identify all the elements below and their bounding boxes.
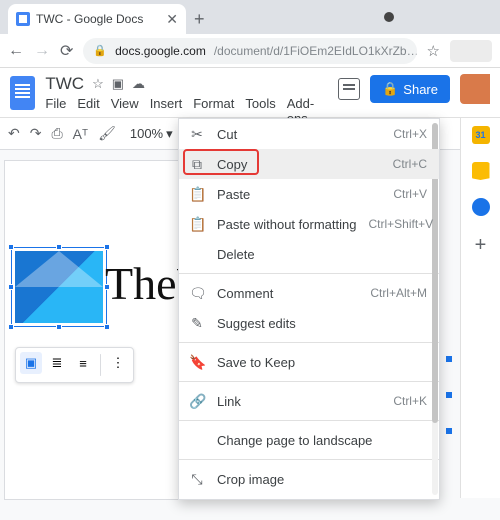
menu-file[interactable]: File bbox=[45, 96, 66, 126]
ctx-label: Paste without formatting bbox=[217, 217, 356, 232]
docs-favicon-icon bbox=[16, 12, 30, 26]
lock-icon: 🔒 bbox=[382, 81, 398, 97]
media-indicator-icon[interactable] bbox=[384, 12, 394, 22]
ctx-link[interactable]: 🔗 Link Ctrl+K bbox=[179, 386, 439, 416]
ctx-save-to-keep[interactable]: 🔖 Save to Keep bbox=[179, 347, 439, 377]
ctx-icon: ⧉ bbox=[189, 156, 205, 173]
tasks-addon-icon[interactable] bbox=[472, 198, 490, 216]
selection-handles[interactable] bbox=[11, 247, 107, 327]
ctx-shortcut: Ctrl+Shift+V bbox=[368, 217, 433, 231]
url-path: /document/d/1FiOEm2EIdLO1kXrZb… bbox=[214, 44, 417, 58]
ctx-shortcut: Ctrl+V bbox=[393, 187, 427, 201]
ctx-crop-image[interactable]: ⤡ Crop image bbox=[179, 464, 439, 494]
account-avatar[interactable] bbox=[460, 74, 490, 104]
ctx-label: Save to Keep bbox=[217, 355, 427, 370]
docs-header: TWC ☆ ▣ ☁ File Edit View Insert Format T… bbox=[0, 68, 500, 118]
reload-button[interactable]: ⟳ bbox=[60, 41, 73, 61]
ctx-label: Comment bbox=[217, 286, 358, 301]
browser-tab[interactable]: TWC - Google Docs ✕ bbox=[8, 4, 186, 34]
paint-format-button[interactable]: 🖌 bbox=[98, 125, 116, 142]
ctx-cut[interactable]: ✂ Cut Ctrl+X bbox=[179, 119, 439, 149]
url-host: docs.google.com bbox=[115, 44, 206, 58]
ctx-label: Copy bbox=[217, 157, 381, 172]
spellcheck-button[interactable]: Aᵀ bbox=[73, 126, 88, 142]
zoom-value: 100% bbox=[130, 126, 163, 141]
ctx-paste[interactable]: 📋 Paste Ctrl+V bbox=[179, 179, 439, 209]
ctx-label: Change page to landscape bbox=[217, 433, 427, 448]
ctx-shortcut: Ctrl+Alt+M bbox=[370, 286, 427, 300]
keep-addon-icon[interactable] bbox=[472, 162, 490, 180]
side-panel: + bbox=[460, 118, 500, 498]
docs-logo-icon[interactable] bbox=[10, 76, 35, 110]
separator bbox=[179, 420, 439, 421]
ctx-suggest-edits[interactable]: ✎ Suggest edits bbox=[179, 308, 439, 338]
ctx-shortcut: Ctrl+K bbox=[393, 394, 427, 408]
separator bbox=[100, 354, 101, 376]
menu-view[interactable]: View bbox=[111, 96, 139, 126]
more-options-button[interactable]: ⋮ bbox=[107, 352, 129, 374]
lock-icon: 🔒 bbox=[93, 44, 107, 57]
tab-title: TWC - Google Docs bbox=[36, 12, 143, 26]
ctx-label: Delete bbox=[217, 247, 427, 262]
ctx-icon: 📋 bbox=[189, 186, 205, 203]
image-layout-toolbar: ▣ ≣ ≡ ⋮ bbox=[15, 347, 134, 383]
context-menu: ✂ Cut Ctrl+X ⧉ Copy Ctrl+C 📋 Paste Ctrl+V 📋 Paste … bbox=[178, 118, 440, 500]
ctx-icon: ✂ bbox=[189, 126, 205, 143]
cloud-status-icon[interactable]: ☁ bbox=[132, 76, 145, 92]
redo-button[interactable]: ↷ bbox=[30, 125, 42, 142]
move-doc-button[interactable]: ▣ bbox=[112, 76, 124, 92]
new-tab-button[interactable]: + bbox=[194, 9, 205, 34]
ctx-icon: 🗨 bbox=[189, 285, 205, 302]
ctx-icon: 🔖 bbox=[189, 354, 205, 371]
get-addons-button[interactable]: + bbox=[475, 234, 487, 257]
ctx-copy[interactable]: ⧉ Copy Ctrl+C bbox=[179, 149, 439, 179]
ctx-replace-image[interactable]: Replace image▶ bbox=[179, 494, 439, 500]
ctx-label: Suggest edits bbox=[217, 316, 427, 331]
wrap-layout-button[interactable]: ≣ bbox=[46, 352, 68, 374]
break-layout-button[interactable]: ≡ bbox=[72, 352, 94, 374]
document-title[interactable]: TWC bbox=[45, 74, 84, 94]
tabstrip: TWC - Google Docs ✕ + bbox=[0, 0, 500, 34]
ctx-shortcut: Ctrl+C bbox=[393, 157, 427, 171]
ctx-icon: ⤡ bbox=[189, 471, 205, 488]
ctx-shortcut: Ctrl+X bbox=[393, 127, 427, 141]
url-input[interactable]: 🔒 docs.google.com/document/d/1FiOEm2EIdL… bbox=[83, 38, 416, 64]
share-button[interactable]: 🔒 Share bbox=[370, 75, 450, 103]
tab-close-button[interactable]: ✕ bbox=[166, 11, 178, 28]
ctx-icon: 📋 bbox=[189, 216, 205, 233]
comments-button[interactable] bbox=[338, 78, 360, 100]
selection-handles-right[interactable] bbox=[446, 356, 452, 434]
zoom-select[interactable]: 100% ▾ bbox=[130, 126, 173, 142]
forward-button: → bbox=[34, 42, 50, 60]
undo-button[interactable]: ↶ bbox=[8, 125, 20, 142]
menu-edit[interactable]: Edit bbox=[77, 96, 99, 126]
profile-chip[interactable] bbox=[450, 40, 492, 62]
bookmark-button[interactable]: ☆ bbox=[427, 42, 440, 60]
ctx-label: Crop image bbox=[217, 472, 427, 487]
separator bbox=[179, 381, 439, 382]
calendar-addon-icon[interactable] bbox=[472, 126, 490, 144]
share-label: Share bbox=[403, 82, 438, 97]
separator bbox=[179, 342, 439, 343]
back-button[interactable]: ← bbox=[8, 42, 24, 60]
address-bar: ← → ⟳ 🔒 docs.google.com/document/d/1FiOE… bbox=[0, 34, 500, 68]
ctx-label: Paste bbox=[217, 187, 381, 202]
ctx-paste-without-formatting[interactable]: 📋 Paste without formatting Ctrl+Shift+V bbox=[179, 209, 439, 239]
star-doc-button[interactable]: ☆ bbox=[92, 76, 104, 92]
ctx-label: Cut bbox=[217, 127, 381, 142]
separator bbox=[179, 273, 439, 274]
chevron-down-icon: ▾ bbox=[166, 126, 173, 142]
print-button[interactable]: ⎙ bbox=[51, 125, 62, 142]
ctx-comment[interactable]: 🗨 Comment Ctrl+Alt+M bbox=[179, 278, 439, 308]
separator bbox=[179, 459, 439, 460]
ctx-change-page-to-landscape[interactable]: Change page to landscape bbox=[179, 425, 439, 455]
inline-layout-button[interactable]: ▣ bbox=[20, 352, 42, 374]
ctx-label: Link bbox=[217, 394, 381, 409]
ctx-icon: ✎ bbox=[189, 315, 205, 332]
ctx-delete[interactable]: Delete bbox=[179, 239, 439, 269]
ctx-icon: 🔗 bbox=[189, 393, 205, 410]
